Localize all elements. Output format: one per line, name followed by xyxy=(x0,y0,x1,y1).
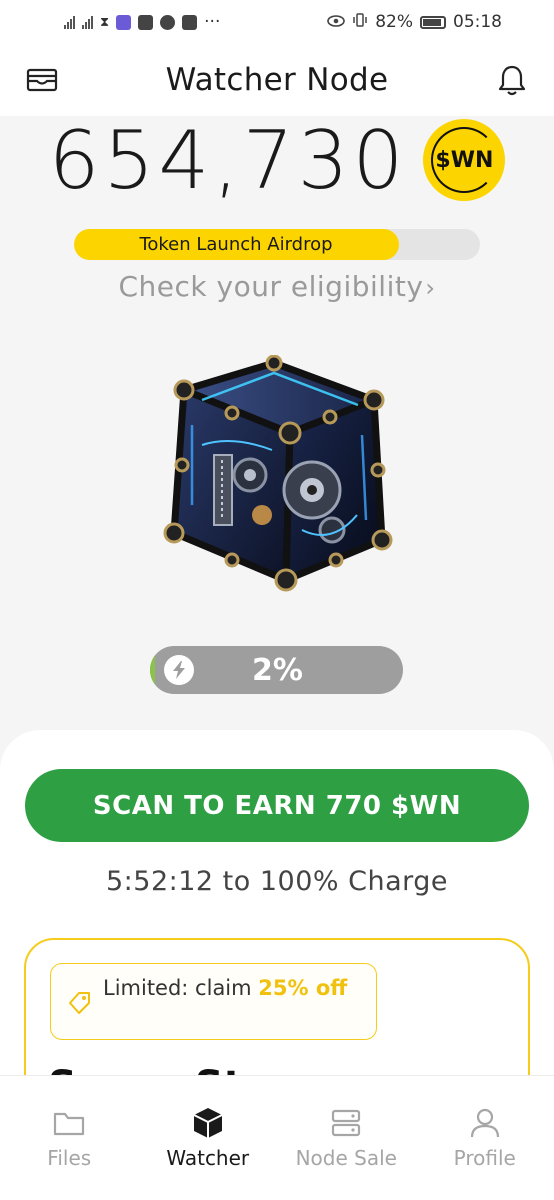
nav-label: Profile xyxy=(453,1146,516,1170)
notifications-button[interactable] xyxy=(494,62,530,98)
check-eligibility-link[interactable]: Check your eligibility› xyxy=(0,270,554,303)
app-notification-icon xyxy=(116,14,132,30)
status-bar: ⧗ ··· 82% 05:18 xyxy=(0,0,554,44)
offer-discount: 25% xyxy=(258,976,309,1000)
vibrate-icon xyxy=(352,12,368,32)
offer-prefix: Limited: claim xyxy=(103,976,259,1000)
folder-icon xyxy=(52,1106,86,1140)
page-title: Watcher Node xyxy=(165,62,389,98)
wn-coin-icon: $WN xyxy=(423,119,506,201)
airdrop-label: Token Launch Airdrop xyxy=(139,234,333,255)
balance-row: 654,730 $WN xyxy=(0,112,554,208)
hourglass-icon: ⧗ xyxy=(100,14,110,30)
youtube-icon xyxy=(138,14,154,30)
watcher-node-cube-image[interactable] xyxy=(162,354,394,597)
signal-icon xyxy=(82,15,93,29)
signal-icon xyxy=(64,15,75,29)
scan-to-earn-button[interactable]: SCAN TO EARN 770 $WN xyxy=(25,769,529,842)
more-notifications-icon: ··· xyxy=(204,12,221,32)
nav-watcher[interactable]: Watcher xyxy=(139,1076,278,1200)
charge-countdown: 5:52:12 to 100% Charge xyxy=(105,866,448,897)
whatsapp-icon xyxy=(160,14,176,30)
wallet-button[interactable] xyxy=(24,62,60,98)
user-icon xyxy=(468,1106,502,1140)
nav-label: Files xyxy=(47,1146,92,1170)
charge-percent: 2% xyxy=(252,652,303,688)
wallet-icon xyxy=(26,68,58,92)
tag-icon xyxy=(69,992,90,1014)
server-icon xyxy=(329,1106,363,1140)
app-header: Watcher Node xyxy=(0,44,554,116)
chevron-right-icon: › xyxy=(425,274,436,302)
eye-icon xyxy=(327,12,346,32)
charge-level-bar: 2% xyxy=(150,646,403,694)
status-right: 82% 05:18 xyxy=(327,12,502,32)
bottom-nav: Files Watcher Node Sale Profile xyxy=(0,1075,554,1200)
limited-offer-badge[interactable]: Limited: claim 25% off xyxy=(50,963,377,1040)
cube-icon xyxy=(191,1106,225,1140)
nav-label: Node Sale xyxy=(295,1146,397,1170)
clock: 05:18 xyxy=(453,12,502,32)
battery-icon xyxy=(420,15,446,29)
nav-profile[interactable]: Profile xyxy=(416,1076,554,1200)
eligibility-text: Check your eligibility xyxy=(118,270,424,303)
airdrop-progress-bar[interactable]: Token Launch Airdrop xyxy=(74,229,480,260)
status-left: ⧗ ··· xyxy=(64,12,220,32)
nav-label: Watcher xyxy=(166,1146,250,1170)
app-notification-icon xyxy=(182,14,198,30)
nav-files[interactable]: Files xyxy=(0,1076,139,1200)
token-balance: 654,730 xyxy=(48,113,408,207)
offer-suffix: off xyxy=(308,976,348,1000)
battery-percent: 82% xyxy=(375,12,413,32)
bell-icon xyxy=(498,65,526,96)
nav-node-sale[interactable]: Node Sale xyxy=(277,1076,416,1200)
token-symbol: $WN xyxy=(435,147,494,173)
cube-illustration xyxy=(163,354,393,592)
